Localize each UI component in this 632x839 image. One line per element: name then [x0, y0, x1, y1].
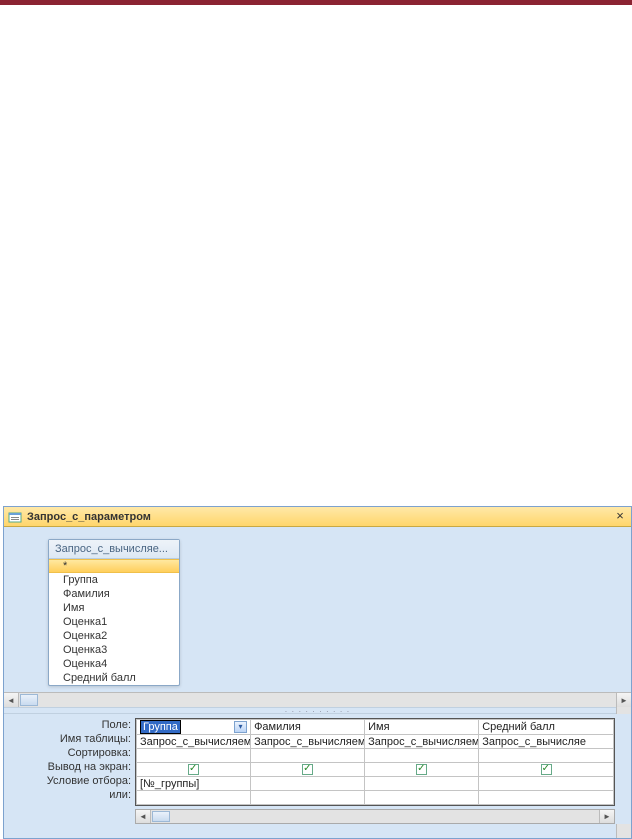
field-item[interactable]: Оценка1 [49, 615, 179, 629]
sort-cell[interactable] [479, 749, 614, 763]
scroll-thumb[interactable] [20, 694, 38, 706]
dropdown-arrow-icon[interactable]: ▾ [234, 721, 247, 733]
label-or: или: [4, 788, 135, 802]
field-cell[interactable]: Средний балл [479, 720, 614, 735]
criteria-cell[interactable] [251, 777, 365, 791]
table-cell[interactable]: Запрос_с_вычисляем [137, 735, 251, 749]
field-cell[interactable]: Имя [365, 720, 479, 735]
sort-row [137, 749, 614, 763]
sort-cell[interactable] [137, 749, 251, 763]
grid-row-labels: Поле: Имя таблицы: Сортировка: Вывод на … [4, 718, 135, 802]
field-item[interactable]: Средний балл [49, 671, 179, 685]
field-item[interactable]: Оценка4 [49, 657, 179, 671]
criteria-cell[interactable]: [№_группы] [137, 777, 251, 791]
window-titlebar: Запрос_с_параметром × [4, 507, 631, 527]
checkbox-checked-icon[interactable] [302, 764, 313, 775]
criteria-row: [№_группы] [137, 777, 614, 791]
show-cell[interactable] [479, 763, 614, 777]
or-cell[interactable] [365, 791, 479, 805]
scroll-left-button[interactable]: ◄ [136, 810, 151, 823]
table-cell[interactable]: Запрос_с_вычисляе [479, 735, 614, 749]
show-cell[interactable] [365, 763, 479, 777]
field-list: * Группа Фамилия Имя Оценка1 Оценка2 Оце… [49, 559, 179, 685]
checkbox-checked-icon[interactable] [416, 764, 427, 775]
field-item[interactable]: Группа [49, 573, 179, 587]
sort-cell[interactable] [251, 749, 365, 763]
label-criteria: Условие отбора: [4, 774, 135, 788]
show-cell[interactable] [137, 763, 251, 777]
field-row: Группа ▾ Фамилия Имя Средний балл [137, 720, 614, 735]
or-row [137, 791, 614, 805]
upper-horizontal-scrollbar[interactable]: ◄ ► [4, 692, 631, 707]
field-item[interactable]: * [49, 559, 179, 573]
checkbox-checked-icon[interactable] [188, 764, 199, 775]
label-table: Имя таблицы: [4, 732, 135, 746]
criteria-cell[interactable] [365, 777, 479, 791]
source-table-header: Запрос_с_вычисляе... [49, 540, 179, 559]
pane-splitter[interactable]: · · · · · · · · · · [4, 707, 631, 714]
window-title: Запрос_с_параметром [27, 511, 151, 523]
design-grid-area: Поле: Имя таблицы: Сортировка: Вывод на … [4, 714, 631, 824]
field-value: Группа [140, 720, 181, 734]
field-cell[interactable]: Фамилия [251, 720, 365, 735]
scroll-right-button[interactable]: ► [616, 693, 631, 707]
show-cell[interactable] [251, 763, 365, 777]
table-row: Запрос_с_вычисляем Запрос_с_вычисляем За… [137, 735, 614, 749]
label-sort: Сортировка: [4, 746, 135, 760]
criteria-cell[interactable] [479, 777, 614, 791]
scroll-thumb[interactable] [152, 811, 170, 822]
field-item[interactable]: Имя [49, 601, 179, 615]
field-cell-active[interactable]: Группа ▾ [137, 720, 251, 735]
or-cell[interactable] [251, 791, 365, 805]
table-diagram-pane[interactable]: Запрос_с_вычисляе... * Группа Фамилия Им… [4, 527, 631, 707]
field-item[interactable]: Оценка2 [49, 629, 179, 643]
source-table-box[interactable]: Запрос_с_вычисляе... * Группа Фамилия Им… [48, 539, 180, 686]
table-cell[interactable]: Запрос_с_вычисляем [251, 735, 365, 749]
checkbox-checked-icon[interactable] [541, 764, 552, 775]
scroll-left-button[interactable]: ◄ [4, 693, 19, 707]
show-row [137, 763, 614, 777]
field-item[interactable]: Фамилия [49, 587, 179, 601]
or-cell[interactable] [137, 791, 251, 805]
grid-horizontal-scrollbar[interactable]: ◄ ► [135, 809, 615, 824]
query-icon [8, 511, 22, 523]
field-item[interactable]: Оценка3 [49, 643, 179, 657]
table-cell[interactable]: Запрос_с_вычисляем [365, 735, 479, 749]
design-grid[interactable]: Группа ▾ Фамилия Имя Средний балл Запрос… [135, 718, 615, 806]
scroll-right-button[interactable]: ► [599, 810, 614, 823]
label-field: Поле: [4, 718, 135, 732]
close-button[interactable]: × [613, 509, 627, 523]
sort-cell[interactable] [365, 749, 479, 763]
query-design-window: Запрос_с_параметром × ▲ ▼ Запрос_с_вычис… [3, 506, 632, 839]
or-cell[interactable] [479, 791, 614, 805]
label-show: Вывод на экран: [4, 760, 135, 774]
